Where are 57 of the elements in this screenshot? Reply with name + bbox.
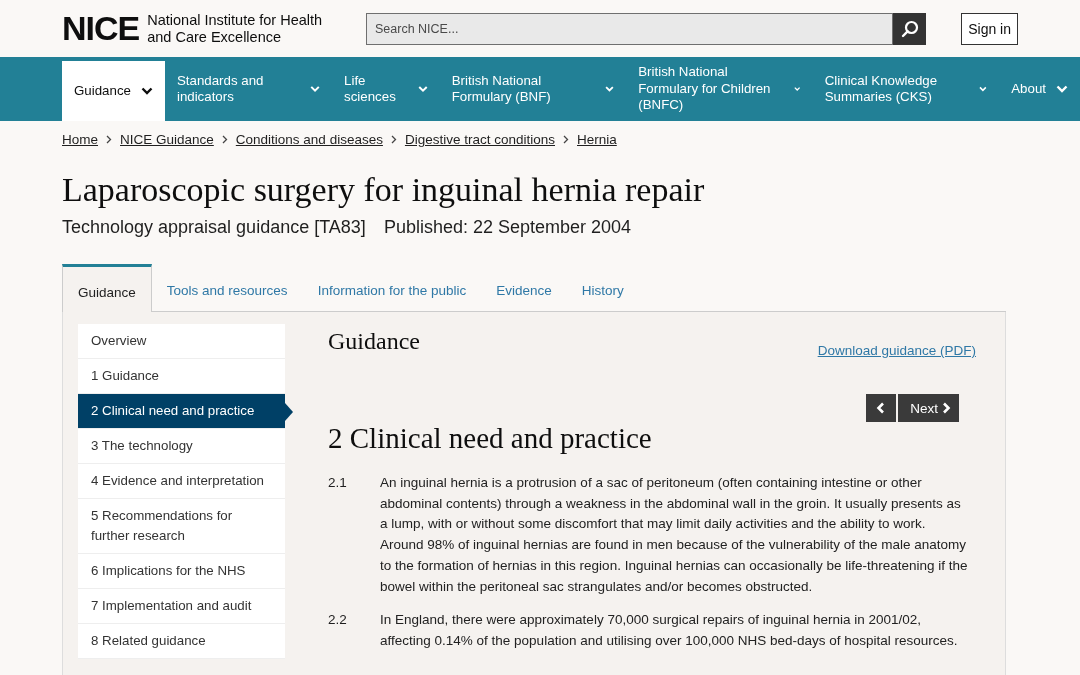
published-date: Published: 22 September 2004 (383, 217, 632, 238)
download-link[interactable]: Download guidance (PDF) (817, 343, 976, 358)
nav-menu-item[interactable]: Standards and indicators (164, 57, 333, 121)
page-title: Laparoscopic surgery for inguinal hernia repair (62, 171, 706, 209)
nav-menu-item[interactable]: About (999, 57, 1080, 121)
paragraph-number: 2.2 (328, 611, 348, 630)
sign-in-button[interactable]: Sign in (961, 12, 1018, 45)
chevron-down-icon (605, 85, 615, 93)
nav-menu-item[interactable]: British National Formulary (BNF) (439, 57, 627, 121)
chapter-link[interactable]: 6 Implications for the NHS (78, 554, 285, 589)
chevron-down-icon (1056, 85, 1068, 93)
current-pointer-icon (285, 402, 293, 421)
breadcrumb-separator-icon (221, 135, 228, 144)
tab[interactable]: History (566, 264, 639, 311)
chevron-down-icon (310, 85, 321, 93)
organisation-name: National Institute for Health and Care Excellence (147, 11, 324, 46)
paragraph-text: In England, there were approximately 70,000 surgical repairs of inguinal hernia in 2001/02, affecting 0.14% of the population and utilising over 100,000 NHS bed-days of hospital resources. (380, 611, 959, 650)
paragraph-text: An inguinal hernia is a protrusion of a sac of peritoneum (often containing intestine or other abdominal contents) through a weakness in the abdominal wall in the groin. It usually presents as a lump, with or without some discomfort that may limit daily activities and the ability to work. Around 98% of inguinal hernias are found in men because of the vulnerability of the male anatomy to the formation of hernias in this region. Inguinal hernias can occasionally be life-threatening if the bowel within the peritoneal sac strangulates and/or becomes obstructed. (380, 474, 969, 596)
guidance-type: Technology appraisal guidance [TA83] (62, 217, 366, 238)
breadcrumb-link[interactable]: Hernia (577, 132, 617, 147)
tab[interactable]: Guidance (62, 264, 152, 312)
section-heading: Guidance (328, 328, 420, 355)
chapter-link[interactable]: Overview (78, 324, 285, 359)
previous-button[interactable] (866, 394, 897, 422)
chapter-link[interactable]: 4 Evidence and interpretation (78, 464, 285, 499)
chapter-link[interactable]: 5 Recommendations for further research (78, 499, 285, 554)
breadcrumb-link[interactable]: NICE Guidance (120, 132, 214, 147)
chevron-left-icon (876, 402, 887, 414)
search-button[interactable] (893, 12, 926, 45)
next-button[interactable]: Next (898, 394, 959, 422)
breadcrumb-separator-icon (390, 135, 397, 144)
chapter-link[interactable]: 3 The technology (78, 429, 285, 464)
nav-menu-item[interactable]: Life sciences (332, 57, 440, 121)
breadcrumb-link[interactable]: Home (62, 132, 98, 147)
chapter-link[interactable]: 8 Related guidance (78, 624, 285, 659)
chevron-down-icon (140, 87, 153, 95)
nice-logo[interactable]: NICE (62, 9, 140, 48)
search-icon (899, 18, 920, 39)
chapter-link[interactable]: 7 Implementation and audit (78, 589, 285, 624)
breadcrumb-separator-icon (563, 135, 569, 144)
search-field[interactable]: Search NICE... (366, 12, 893, 45)
breadcrumb-link[interactable]: Digestive tract conditions (404, 132, 555, 147)
chapter-link[interactable]: 1 Guidance (78, 359, 285, 394)
nav-menu-item[interactable]: British National Formulary for Children (BNFC) (626, 57, 813, 121)
chapter-title: 2 Clinical need and practice (328, 422, 653, 455)
tab[interactable]: Evidence (481, 264, 567, 311)
tab[interactable]: Tools and resources (151, 264, 303, 311)
paragraph-number: 2.1 (328, 474, 348, 492)
nav-menu-item[interactable]: Guidance (62, 61, 165, 121)
chevron-right-icon (941, 402, 951, 414)
tab[interactable]: Information for the public (302, 264, 482, 311)
chevron-down-icon (417, 85, 428, 93)
chevron-down-icon (794, 85, 801, 93)
nav-menu-item[interactable]: Clinical Knowledge Summaries (CKS) (812, 57, 1000, 121)
breadcrumb-separator-icon (106, 135, 112, 144)
breadcrumb-link[interactable]: Conditions and diseases (235, 132, 383, 147)
chevron-down-icon (979, 85, 988, 93)
